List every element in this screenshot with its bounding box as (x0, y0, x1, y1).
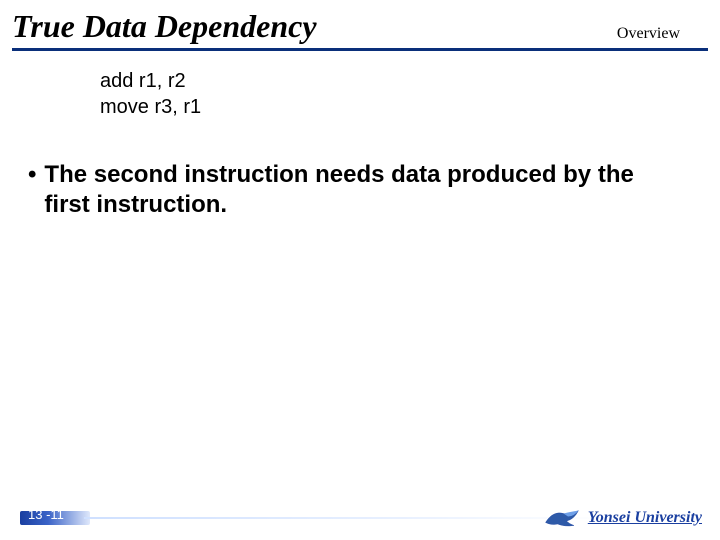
footer-gradient-line (84, 517, 610, 519)
code-line: move r3, r1 (100, 94, 201, 120)
page-number: 13 -11 (28, 507, 64, 522)
title-row: True Data Dependency Overview (12, 8, 708, 45)
bullet-text: The second instruction needs data produc… (44, 160, 680, 220)
university-name: Yonsei University (588, 509, 702, 527)
title-underline (12, 48, 708, 51)
slide-title: True Data Dependency (12, 8, 317, 45)
page-number-badge: 13 -11 (20, 507, 90, 529)
bullet-item: • The second instruction needs data prod… (28, 160, 680, 220)
bullet-dot-icon: • (28, 160, 36, 220)
section-label: Overview (617, 25, 680, 45)
bullet-list: • The second instruction needs data prod… (28, 160, 680, 220)
slide: True Data Dependency Overview add r1, r2… (0, 0, 720, 540)
code-block: add r1, r2 move r3, r1 (100, 68, 201, 120)
university-brand: Yonsei University (544, 506, 702, 530)
code-line: add r1, r2 (100, 68, 201, 94)
eagle-icon (544, 506, 580, 530)
